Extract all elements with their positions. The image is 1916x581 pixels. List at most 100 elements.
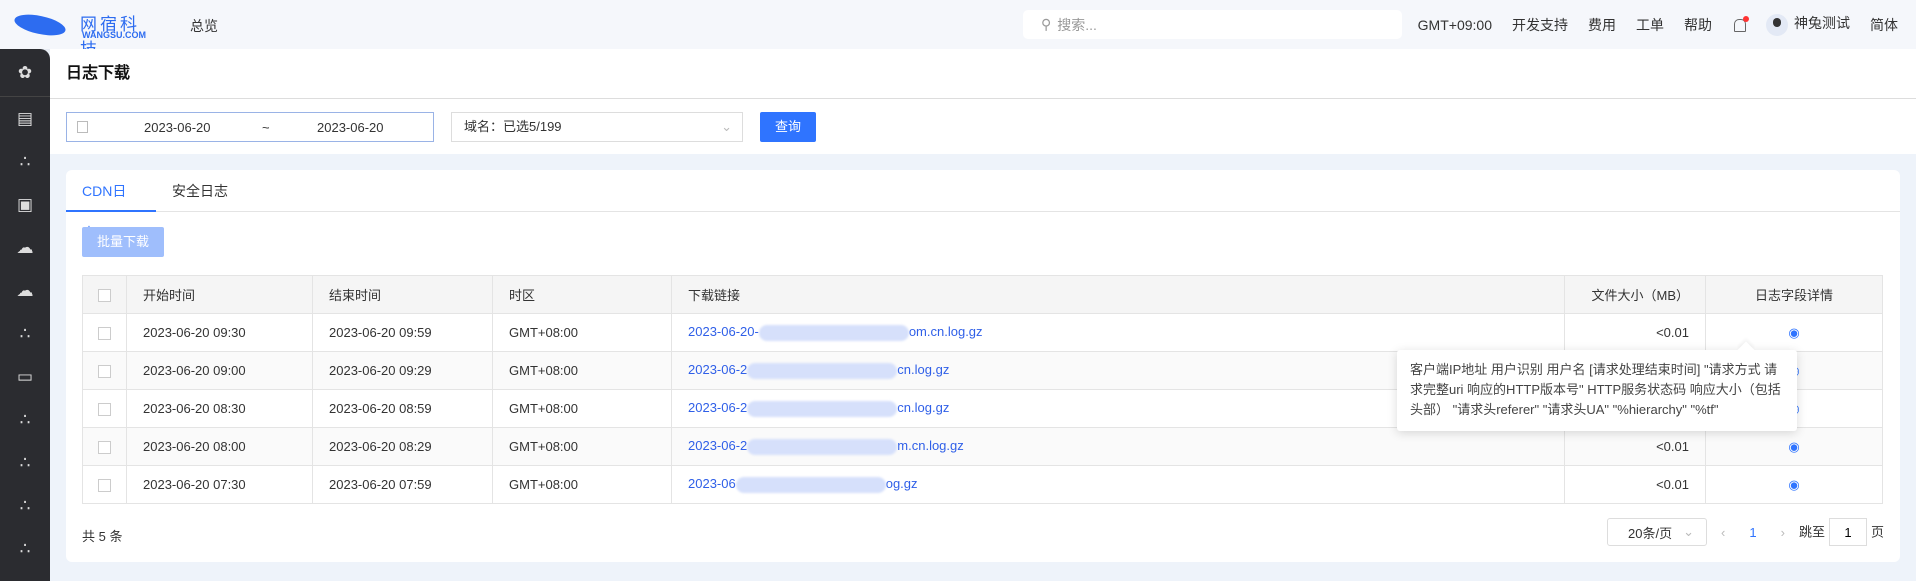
eye-icon[interactable]: ◉ [1788, 439, 1799, 454]
date-separator: ~ [262, 119, 270, 135]
prev-page-icon[interactable]: ‹ [1721, 525, 1725, 540]
log-list-icon[interactable]: ▤ [0, 97, 50, 140]
redacted-blur [758, 324, 909, 341]
tab-cdn-log[interactable]: CDN日志 [66, 170, 156, 241]
cell-end-time: 2023-06-20 08:29 [312, 427, 493, 466]
chevron-down-icon: ⌄ [721, 119, 732, 134]
search-icon: ⚲ [1041, 16, 1052, 32]
cell-end-time: 2023-06-20 07:59 [312, 465, 493, 504]
col-file-size: 文件大小（MB） [1564, 275, 1706, 314]
cell-file-size: <0.01 [1564, 465, 1706, 504]
row-checkbox[interactable] [82, 351, 127, 390]
row-checkbox[interactable] [82, 427, 127, 466]
monitor-icon[interactable]: ▭ [0, 355, 50, 398]
page-jump-input[interactable] [1828, 518, 1867, 546]
cell-field-details: ◉ [1705, 427, 1883, 466]
cell-download-link: 2023-06 og.gz [671, 465, 1565, 504]
tab-security-log[interactable]: 安全日志 [156, 170, 244, 212]
redacted-blur [747, 438, 898, 455]
select-all-checkbox[interactable] [82, 275, 127, 314]
link-prefix: 2023-06 [688, 476, 736, 492]
cell-start-time: 2023-06-20 07:30 [126, 465, 313, 504]
search-placeholder: 搜索... [1057, 16, 1097, 33]
date-start[interactable]: 2023-06-20 [144, 120, 211, 135]
timezone-selector[interactable]: GMT+09:00 [1418, 17, 1492, 33]
cell-timezone: GMT+08:00 [492, 313, 672, 352]
cell-end-time: 2023-06-20 08:59 [312, 389, 493, 428]
cell-end-time: 2023-06-20 09:59 [312, 313, 493, 352]
cell-download-link: 2023-06-20- om.cn.log.gz [671, 313, 1565, 352]
eye-icon[interactable]: ◉ [1788, 477, 1799, 492]
nav-dev-support[interactable]: 开发支持 [1512, 15, 1568, 35]
page-size-select[interactable]: 20条/页 ⌄ [1607, 518, 1708, 546]
search-input[interactable]: ⚲ 搜索... [1023, 10, 1402, 39]
row-checkbox[interactable] [82, 465, 127, 504]
cloud-lock-icon[interactable]: ☁ [0, 226, 50, 269]
user-menu[interactable]: 神兔测试 [1766, 13, 1850, 36]
cell-start-time: 2023-06-20 09:30 [126, 313, 313, 352]
page-number[interactable]: 1 [1739, 525, 1766, 540]
table-row: 2023-06-20 09:30 2023-06-20 09:59 GMT+08… [82, 313, 1883, 352]
page-jump: 跳至 页 [1799, 518, 1884, 546]
download-link[interactable]: 2023-06-2 cn.log.gz [688, 362, 950, 379]
calendar-icon [77, 121, 88, 133]
col-start-time: 开始时间 [126, 275, 313, 314]
cluster-icon[interactable]: ∴ [0, 312, 50, 355]
field-details-tooltip: 客户端IP地址 用户识别 用户名 [请求处理结束时间] "请求方式 请求完整ur… [1397, 350, 1797, 431]
col-field-details: 日志字段详情 [1705, 275, 1883, 314]
cluster-icon[interactable]: ∴ [0, 441, 50, 484]
bell-icon[interactable] [1732, 15, 1749, 33]
cell-timezone: GMT+08:00 [492, 427, 672, 466]
row-checkbox[interactable] [82, 313, 127, 352]
cloud-key-icon[interactable]: ☁ [0, 269, 50, 312]
next-page-icon[interactable]: › [1781, 525, 1785, 540]
cluster-icon[interactable]: ∴ [0, 527, 50, 570]
filter-bar: 2023-06-20 ~ 2023-06-20 域名：已选5/199 ⌄ 查询 [50, 99, 1916, 154]
date-end[interactable]: 2023-06-20 [317, 120, 384, 135]
cell-field-details: ◉ [1705, 465, 1883, 504]
apps-icon[interactable]: ✿ [0, 49, 50, 97]
page-size-value: 20条/页 [1628, 525, 1673, 541]
logo[interactable]: 网宿科技 WANGSU.COM [12, 10, 154, 59]
w-icon[interactable]: ▣ [0, 183, 50, 226]
cell-download-link: 2023-06-2 m.cn.log.gz [671, 427, 1565, 466]
total-count: 共 5 条 [82, 529, 123, 544]
batch-download-button[interactable]: 批量下载 [82, 227, 164, 257]
download-link[interactable]: 2023-06-2 cn.log.gz [688, 400, 950, 417]
cluster-icon[interactable]: ∴ [0, 140, 50, 183]
user-name: 神兔测试 [1794, 15, 1850, 32]
nav-tickets[interactable]: 工单 [1636, 15, 1664, 35]
cell-field-details: ◉ [1705, 313, 1883, 352]
domain-select[interactable]: 域名：已选5/199 ⌄ [451, 112, 743, 142]
redacted-blur [735, 476, 886, 493]
nav-billing[interactable]: 费用 [1588, 15, 1616, 35]
query-button[interactable]: 查询 [760, 112, 816, 142]
pagination: 20条/页 ⌄ ‹ 1 › 跳至 页 [1607, 518, 1884, 546]
nav-help[interactable]: 帮助 [1684, 15, 1712, 35]
cluster-icon[interactable]: ∴ [0, 484, 50, 527]
table-row: 2023-06-20 08:00 2023-06-20 08:29 GMT+08… [82, 427, 1883, 466]
download-link[interactable]: 2023-06 og.gz [688, 476, 918, 493]
cluster-icon[interactable]: ∴ [0, 398, 50, 441]
page-title: 日志下载 [50, 49, 1916, 99]
col-download-link: 下载链接 [671, 275, 1565, 314]
logo-subtext: WANGSU.COM [82, 30, 146, 40]
col-timezone: 时区 [492, 275, 672, 314]
download-link[interactable]: 2023-06-20- om.cn.log.gz [688, 324, 983, 341]
cell-file-size: <0.01 [1564, 313, 1706, 352]
link-suffix: cn.log.gz [897, 400, 950, 416]
row-checkbox[interactable] [82, 389, 127, 428]
domain-select-value: 域名：已选5/199 [464, 119, 562, 134]
link-suffix: cn.log.gz [897, 362, 950, 378]
redacted-blur [747, 362, 898, 379]
nav-overview[interactable]: 总览 [190, 16, 218, 36]
date-range-picker[interactable]: 2023-06-20 ~ 2023-06-20 [66, 112, 434, 142]
link-suffix: m.cn.log.gz [897, 438, 964, 454]
language-selector[interactable]: 简体 [1870, 15, 1898, 35]
eye-icon[interactable]: ◉ [1788, 325, 1799, 340]
chevron-down-icon: ⌄ [1683, 524, 1695, 539]
jump-label: 跳至 [1798, 524, 1825, 540]
download-link[interactable]: 2023-06-2 m.cn.log.gz [688, 438, 964, 455]
cell-timezone: GMT+08:00 [492, 351, 672, 390]
link-prefix: 2023-06-2 [688, 362, 748, 378]
